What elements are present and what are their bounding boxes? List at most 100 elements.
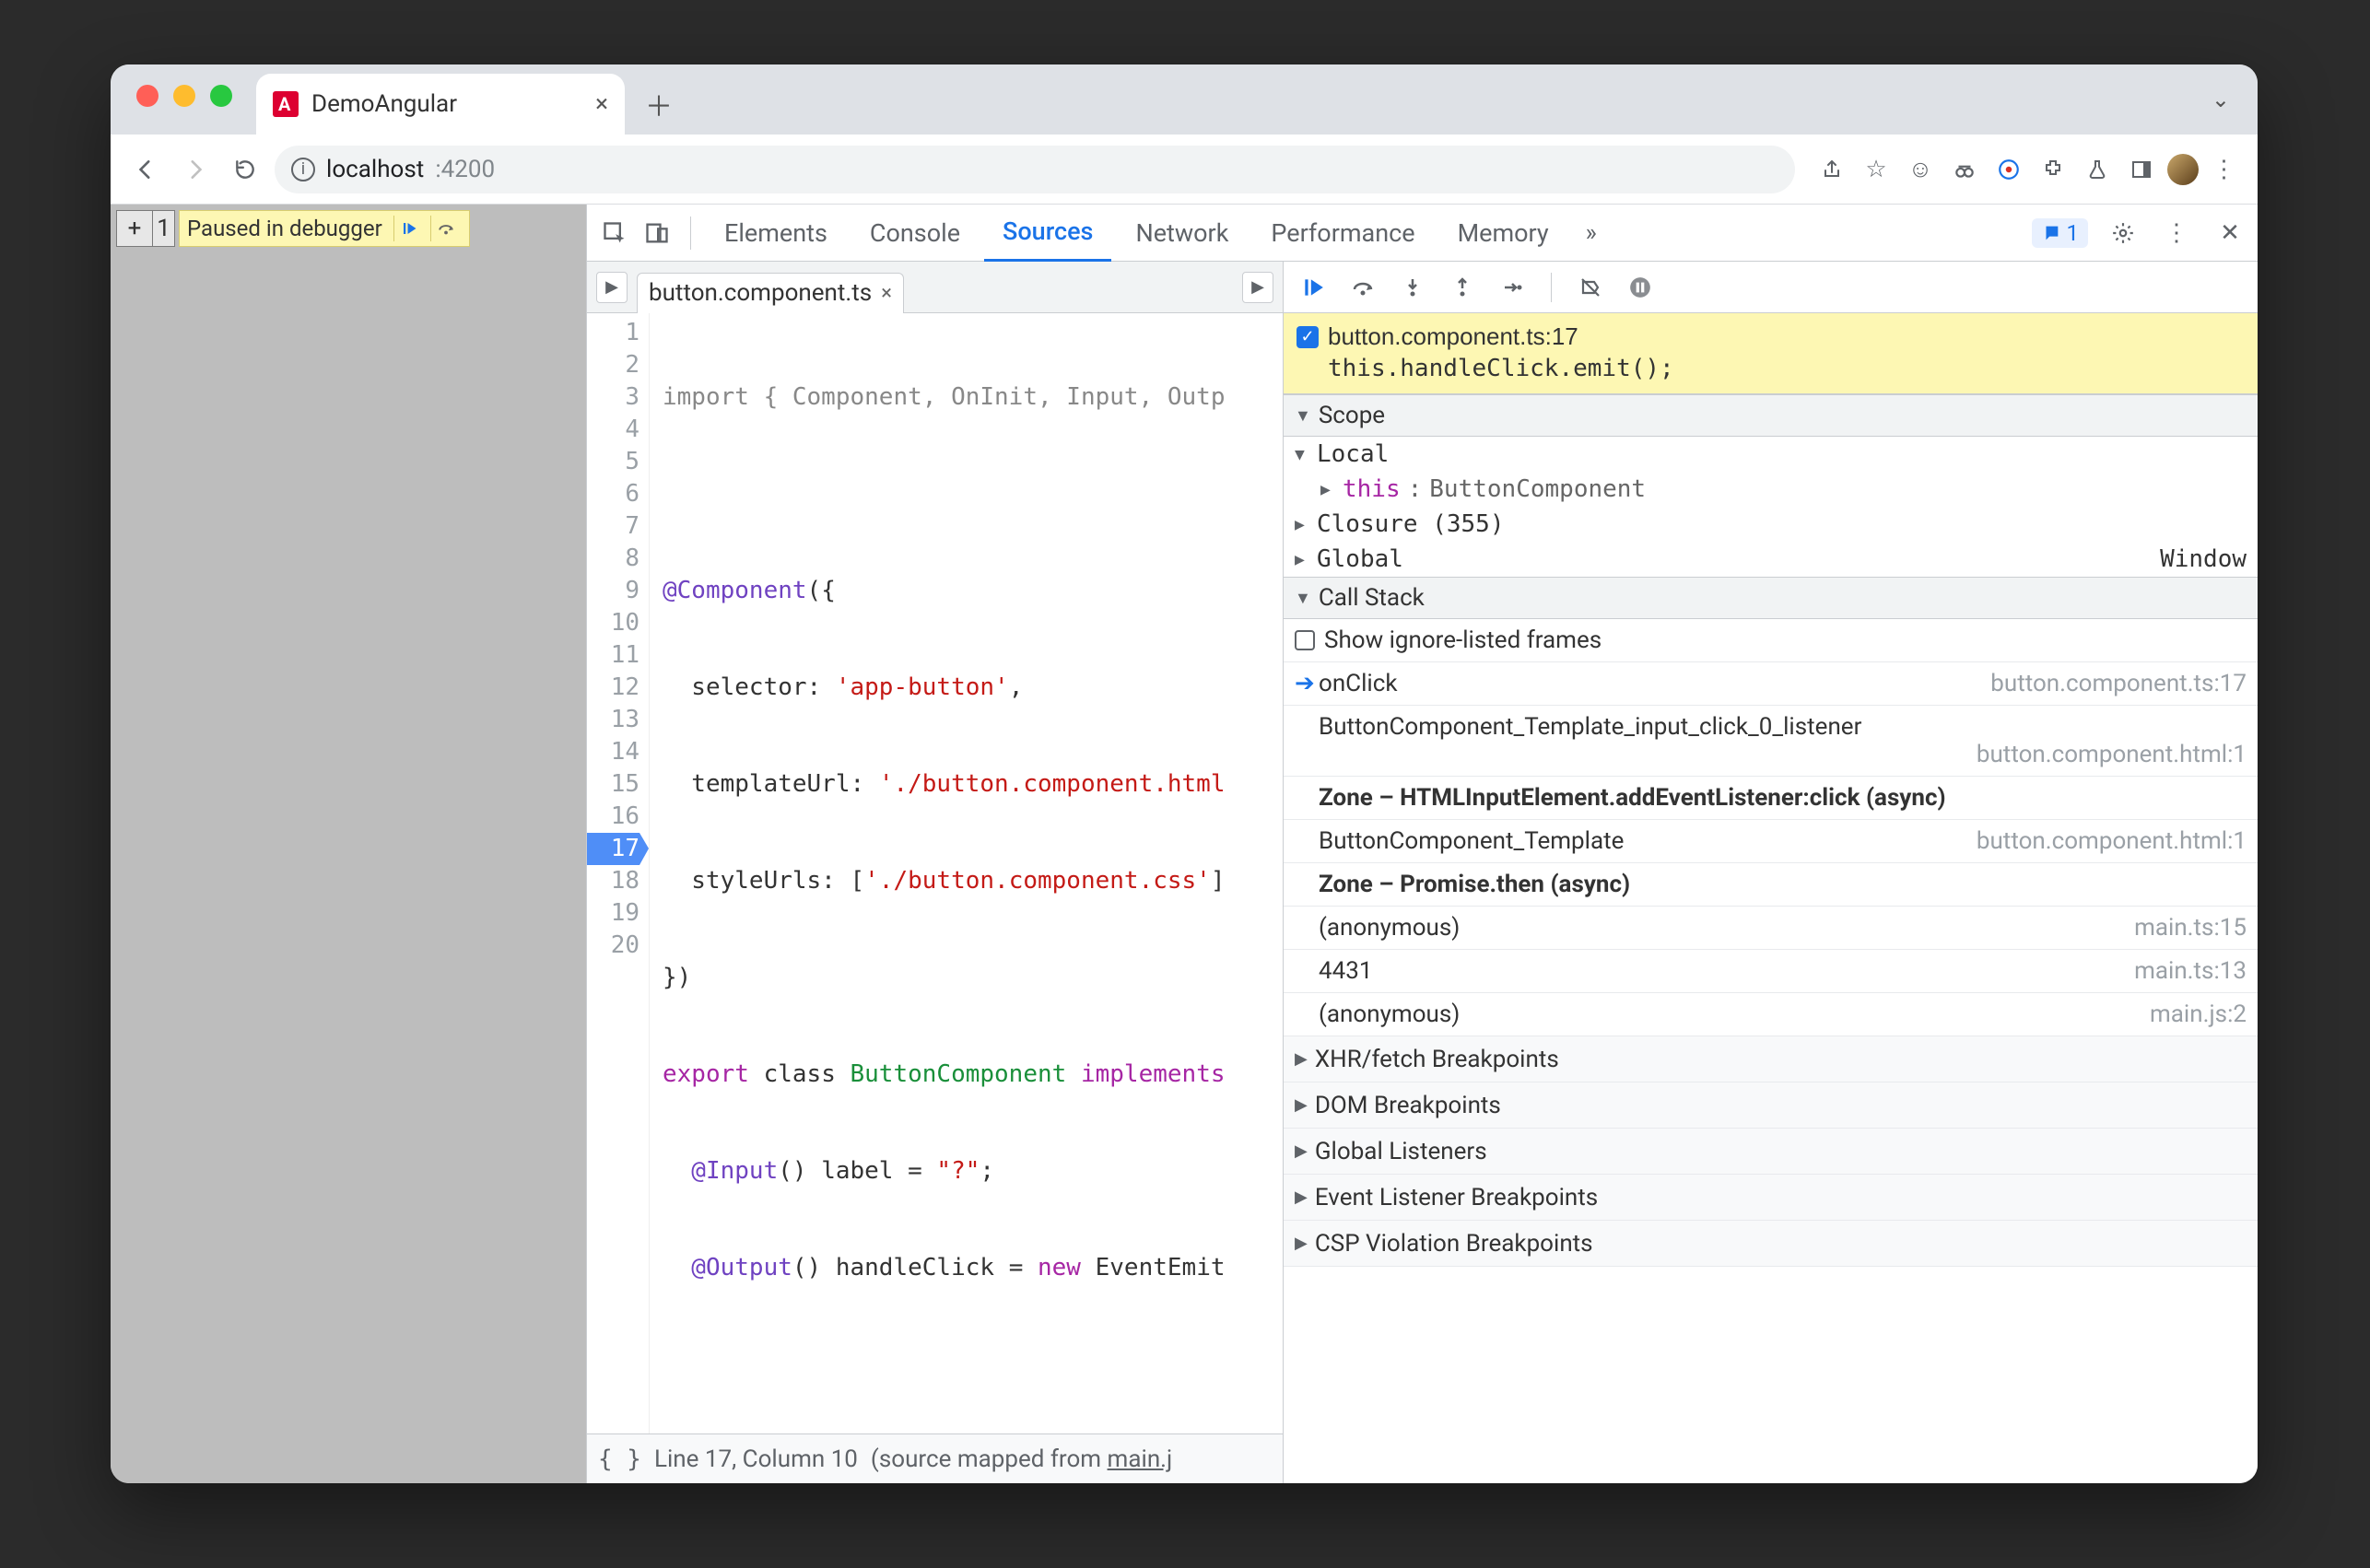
site-info-icon[interactable]: i: [291, 158, 315, 181]
url-toolbar: i localhost:4200 ☆ ☺ ⋮: [111, 135, 2258, 205]
tab-memory[interactable]: Memory: [1439, 205, 1567, 262]
callstack-header[interactable]: ▼Call Stack: [1284, 577, 2258, 619]
dom-breakpoints-panel[interactable]: ▶DOM Breakpoints: [1284, 1082, 2258, 1129]
callstack-frame[interactable]: ➔onClickbutton.component.ts:17: [1284, 662, 2258, 706]
tab-title: DemoAngular: [311, 90, 457, 118]
incognito-icon[interactable]: [1946, 151, 1983, 188]
address-bar[interactable]: i localhost:4200: [275, 146, 1795, 193]
breakpoint-checkbox[interactable]: ✓: [1296, 326, 1319, 348]
forward-button[interactable]: [175, 149, 216, 190]
scope-global[interactable]: ▶GlobalWindow: [1284, 542, 2258, 577]
inspect-element-icon[interactable]: [596, 215, 633, 252]
extension-icon-1[interactable]: ☺: [1902, 151, 1939, 188]
navigator-toggle-icon[interactable]: ▶: [596, 272, 628, 303]
minimize-window-button[interactable]: [173, 85, 195, 107]
back-button[interactable]: [125, 149, 166, 190]
close-file-icon[interactable]: ×: [881, 282, 892, 305]
tabs-overflow-icon[interactable]: ⌄: [2212, 87, 2230, 112]
devtools-menu-icon[interactable]: ⋮: [2158, 215, 2195, 252]
callstack-frame[interactable]: 4431main.ts:13: [1284, 950, 2258, 993]
settings-gear-icon[interactable]: [2105, 215, 2141, 252]
count-box: 1: [153, 210, 175, 247]
divider: [690, 216, 691, 250]
line-gutter[interactable]: 12345678910111213141516 17 181920: [587, 313, 650, 1433]
devtools-close-icon[interactable]: ✕: [2212, 215, 2248, 252]
tab-console[interactable]: Console: [851, 205, 979, 262]
csp-violation-breakpoints-panel[interactable]: ▶CSP Violation Breakpoints: [1284, 1221, 2258, 1267]
deactivate-breakpoints-button[interactable]: [1574, 271, 1607, 304]
breakpoint-code: this.handleClick.emit();: [1296, 355, 2245, 382]
new-tab-button[interactable]: ＋: [643, 88, 675, 120]
main-area: + 1 Paused in debugger Elements Conso: [111, 205, 2258, 1483]
paused-breakpoint-detail: ✓ button.component.ts:17 this.handleClic…: [1284, 313, 2258, 394]
event-listener-breakpoints-panel[interactable]: ▶Event Listener Breakpoints: [1284, 1175, 2258, 1221]
scope-this[interactable]: ▶this: ButtonComponent: [1284, 472, 2258, 507]
code-lines: import { Component, OnInit, Input, Outp …: [650, 313, 1283, 1433]
tab-network[interactable]: Network: [1117, 205, 1247, 262]
labs-flask-icon[interactable]: [2079, 151, 2116, 188]
debugger-sidebar: ✓ button.component.ts:17 this.handleClic…: [1284, 262, 2258, 1483]
callstack-async-boundary: Zone – HTMLInputElement.addEventListener…: [1284, 777, 2258, 820]
debugger-toggle-icon[interactable]: ▶: [1242, 272, 1273, 303]
callstack-frame[interactable]: ButtonComponent_Template_input_click_0_l…: [1284, 706, 2258, 777]
editor-status-bar: { } Line 17, Column 10 (source mapped fr…: [587, 1433, 1283, 1483]
tab-elements[interactable]: Elements: [706, 205, 846, 262]
step-over-button[interactable]: [1346, 271, 1379, 304]
titlebar: DemoAngular × ＋ ⌄: [111, 64, 2258, 135]
source-mapped-label: (source mapped from main.j: [871, 1445, 1172, 1473]
extension-icon-2[interactable]: [1990, 151, 2027, 188]
xhr-fetch-breakpoints-panel[interactable]: ▶XHR/fetch Breakpoints: [1284, 1036, 2258, 1082]
add-button[interactable]: +: [116, 210, 153, 247]
browser-window: DemoAngular × ＋ ⌄ i localhost:4200: [111, 64, 2258, 1483]
source-map-link[interactable]: main.j: [1108, 1445, 1173, 1473]
profile-avatar[interactable]: [2167, 154, 2199, 185]
share-icon[interactable]: [1813, 151, 1850, 188]
scope-body: ▼Local ▶this: ButtonComponent ▶Closure (…: [1284, 437, 2258, 577]
page-mini-toolbar: + 1 Paused in debugger: [116, 210, 470, 247]
url-port: :4200: [435, 156, 495, 183]
show-ignore-listed-checkbox[interactable]: Show ignore-listed frames: [1284, 619, 2258, 662]
scope-local[interactable]: ▼Local: [1284, 437, 2258, 472]
browser-tab[interactable]: DemoAngular ×: [256, 74, 625, 135]
step-button[interactable]: [1496, 271, 1529, 304]
resume-mini-button[interactable]: [393, 216, 425, 241]
tab-sources[interactable]: Sources: [984, 205, 1111, 262]
close-window-button[interactable]: [136, 85, 158, 107]
breakpoint-location[interactable]: button.component.ts:17: [1328, 322, 1578, 351]
close-tab-icon[interactable]: ×: [595, 90, 608, 118]
bookmark-icon[interactable]: ☆: [1858, 151, 1895, 188]
file-tab[interactable]: button.component.ts ×: [637, 273, 904, 313]
code-editor[interactable]: 12345678910111213141516 17 181920 import…: [587, 313, 1283, 1433]
device-toolbar-icon[interactable]: [639, 215, 675, 252]
tab-performance[interactable]: Performance: [1252, 205, 1433, 262]
devtools-tabs: Elements Console Sources Network Perform…: [587, 205, 2258, 262]
global-listeners-panel[interactable]: ▶Global Listeners: [1284, 1129, 2258, 1175]
more-tabs-icon[interactable]: »: [1573, 215, 1610, 252]
callstack-frame[interactable]: (anonymous)main.js:2: [1284, 993, 2258, 1036]
devtools-body: ▶ button.component.ts × ▶ 12345678910111…: [587, 262, 2258, 1483]
file-tab-name: button.component.ts: [649, 279, 872, 307]
step-out-button[interactable]: [1446, 271, 1479, 304]
step-into-button[interactable]: [1396, 271, 1429, 304]
scope-header[interactable]: ▼Scope: [1284, 394, 2258, 437]
toolbar-right: ☆ ☺ ⋮: [1813, 151, 2243, 188]
cursor-position: Line 17, Column 10: [654, 1445, 858, 1473]
resume-button[interactable]: [1296, 271, 1330, 304]
chrome-menu-icon[interactable]: ⋮: [2206, 151, 2243, 188]
fullscreen-window-button[interactable]: [210, 85, 232, 107]
issues-badge[interactable]: 1: [2032, 218, 2089, 248]
debugger-controls: [1284, 262, 2258, 313]
side-panel-icon[interactable]: [2123, 151, 2160, 188]
callstack-frame[interactable]: ButtonComponent_Templatebutton.component…: [1284, 820, 2258, 863]
scope-closure[interactable]: ▶Closure (355): [1284, 507, 2258, 542]
file-tab-bar: ▶ button.component.ts × ▶: [587, 262, 1283, 313]
reload-button[interactable]: [225, 149, 265, 190]
paused-in-debugger-banner: Paused in debugger: [179, 210, 470, 247]
callstack-frame[interactable]: (anonymous)main.ts:15: [1284, 907, 2258, 950]
pause-on-exceptions-button[interactable]: [1624, 271, 1657, 304]
pretty-print-icon[interactable]: { }: [598, 1445, 641, 1473]
extensions-puzzle-icon[interactable]: [2035, 151, 2071, 188]
breakpoint-marker[interactable]: 17: [587, 833, 639, 865]
window-controls: [136, 85, 232, 107]
step-over-mini-button[interactable]: [430, 216, 462, 241]
